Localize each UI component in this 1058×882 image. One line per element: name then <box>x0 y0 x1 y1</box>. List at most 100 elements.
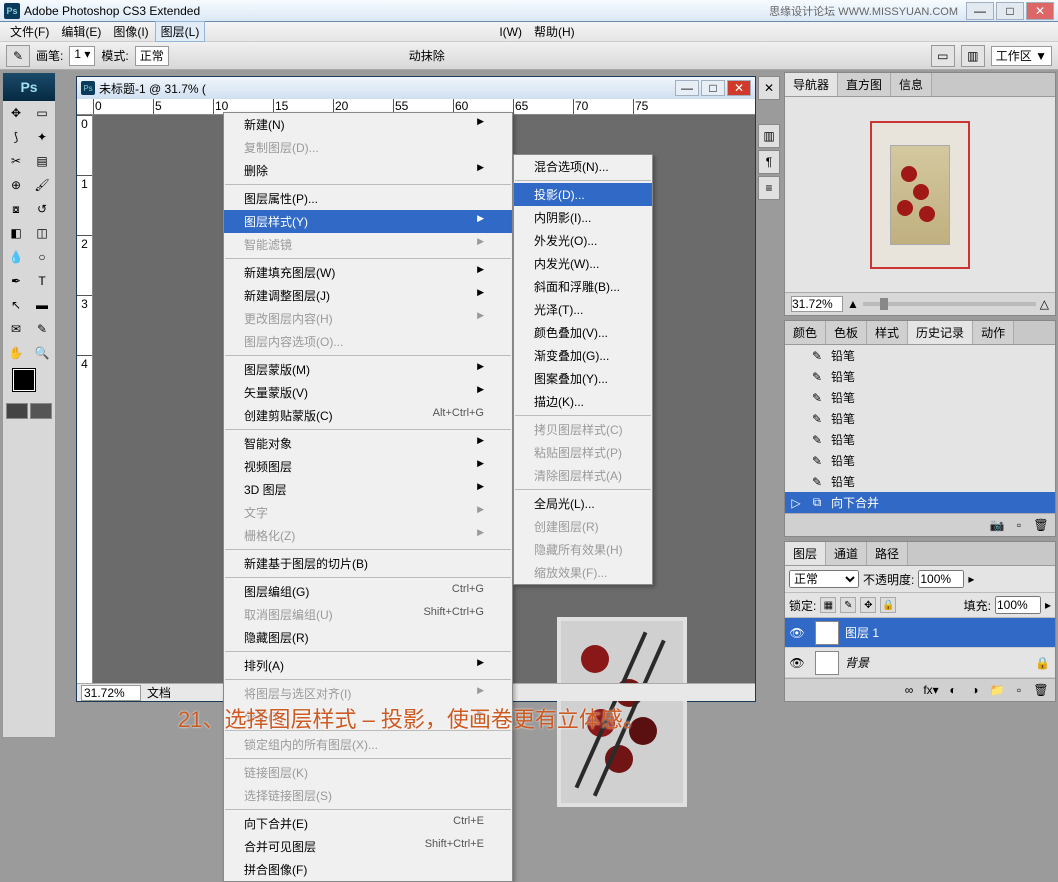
nav-zoom-input[interactable] <box>791 296 843 312</box>
close-button[interactable]: ✕ <box>1026 2 1054 20</box>
style-pattern-overlay[interactable]: 图案叠加(Y)... <box>514 367 652 390</box>
ruler-vertical[interactable]: 01234 <box>77 115 93 683</box>
menu-image[interactable]: 图像(I) <box>107 21 154 42</box>
strip-icon-2[interactable]: ▥ <box>758 124 780 148</box>
opacity-input[interactable] <box>918 570 964 588</box>
current-tool-icon[interactable]: ✎ <box>6 45 30 67</box>
style-outer-glow[interactable]: 外发光(O)... <box>514 229 652 252</box>
menu-copy-layer[interactable]: 复制图层(D)... <box>224 136 512 159</box>
notes-tool[interactable]: ✉ <box>3 317 29 341</box>
blend-mode-dropdown[interactable]: 正常 <box>135 46 169 66</box>
tab-color[interactable]: 颜色 <box>785 321 826 344</box>
history-row[interactable]: ▷⧉向下合并 <box>785 492 1055 513</box>
menu-clip-mask[interactable]: 创建剪贴蒙版(C)Alt+Ctrl+G <box>224 404 512 427</box>
brush-size-dropdown[interactable]: 1 ▾ <box>69 46 95 66</box>
zoom-out-icon[interactable]: ▲ <box>847 297 859 311</box>
menu-edit[interactable]: 编辑(E) <box>55 21 107 42</box>
crop-tool[interactable]: ✂ <box>3 149 29 173</box>
menu-layer[interactable]: 图层(L) <box>155 21 206 42</box>
menu-video-layer[interactable]: 视频图层 <box>224 455 512 478</box>
menu-content-opts[interactable]: 图层内容选项(O)... <box>224 330 512 353</box>
heal-tool[interactable]: ⊕ <box>3 173 29 197</box>
lock-paint-icon[interactable]: ✎ <box>840 597 856 613</box>
doc-titlebar[interactable]: Ps 未标题-1 @ 31.7% ( — □ ✕ <box>77 77 755 99</box>
maximize-button[interactable]: □ <box>996 2 1024 20</box>
style-gradient-overlay[interactable]: 渐变叠加(G)... <box>514 344 652 367</box>
delete-layer-icon[interactable]: 🗑 <box>1031 681 1051 699</box>
style-inner-glow[interactable]: 内发光(W)... <box>514 252 652 275</box>
layer-fx-icon[interactable]: fx▾ <box>921 681 941 699</box>
menu-new-adj[interactable]: 新建调整图层(J) <box>224 284 512 307</box>
menu-link[interactable]: 链接图层(K) <box>224 761 512 784</box>
doc-minimize-button[interactable]: — <box>675 80 699 96</box>
history-trash-button[interactable]: 🗑 <box>1031 516 1051 534</box>
brush-tool[interactable]: 🖌 <box>29 173 55 197</box>
layer-row[interactable]: 👁图层 1 <box>785 618 1055 648</box>
palette-btn-2[interactable]: ▥ <box>961 45 985 67</box>
doc-maximize-button[interactable]: □ <box>701 80 725 96</box>
pen-tool[interactable]: ✒ <box>3 269 29 293</box>
strip-icon-4[interactable]: ≡ <box>758 176 780 200</box>
layer-thumbnail[interactable] <box>815 621 839 645</box>
zoom-field[interactable]: 31.72% <box>81 685 141 701</box>
quickmask-normal[interactable] <box>6 403 28 419</box>
history-row[interactable]: ✎铅笔 <box>785 345 1055 366</box>
style-satin[interactable]: 光泽(T)... <box>514 298 652 321</box>
tab-layers[interactable]: 图层 <box>785 542 826 565</box>
style-scale-effects[interactable]: 缩放效果(F)... <box>514 561 652 584</box>
menu-merge-down[interactable]: 向下合并(E)Ctrl+E <box>224 812 512 835</box>
slice-tool[interactable]: ▤ <box>29 149 55 173</box>
menu-smart-object[interactable]: 智能对象 <box>224 432 512 455</box>
move-tool[interactable]: ✥ <box>3 101 29 125</box>
layer-row[interactable]: 👁背景🔒 <box>785 648 1055 678</box>
style-blend-opts[interactable]: 混合选项(N)... <box>514 155 652 178</box>
layer-mask-icon[interactable]: ◐ <box>943 681 963 699</box>
path-tool[interactable]: ↖ <box>3 293 29 317</box>
menu-3d-layer[interactable]: 3D 图层 <box>224 478 512 501</box>
lock-move-icon[interactable]: ✥ <box>860 597 876 613</box>
blur-tool[interactable]: 💧 <box>3 245 29 269</box>
hand-tool[interactable]: ✋ <box>3 341 29 365</box>
zoom-in-icon[interactable]: △ <box>1040 297 1049 311</box>
menu-arrange[interactable]: 排列(A) <box>224 654 512 677</box>
menu-select-linked[interactable]: 选择链接图层(S) <box>224 784 512 807</box>
history-new-button[interactable]: ▫ <box>1009 516 1029 534</box>
new-layer-icon[interactable]: ▫ <box>1009 681 1029 699</box>
style-inner-shadow[interactable]: 内阴影(I)... <box>514 206 652 229</box>
style-create-layers[interactable]: 创建图层(R) <box>514 515 652 538</box>
palette-btn-1[interactable]: ▭ <box>931 45 955 67</box>
lock-transparent-icon[interactable]: ▦ <box>820 597 836 613</box>
new-folder-icon[interactable]: 📁 <box>987 681 1007 699</box>
history-row[interactable]: ✎铅笔 <box>785 366 1055 387</box>
menu-lock-all[interactable]: 锁定组内的所有图层(X)... <box>224 733 512 756</box>
menu-window-partial[interactable]: I(W) <box>493 23 528 41</box>
strip-icon-3[interactable]: ¶ <box>758 150 780 174</box>
tab-navigator[interactable]: 导航器 <box>785 73 838 96</box>
history-brush-tool[interactable]: ↺ <box>29 197 55 221</box>
style-hide-effects[interactable]: 隐藏所有效果(H) <box>514 538 652 561</box>
menu-layer-style[interactable]: 图层样式(Y) <box>224 210 512 233</box>
menu-new-fill[interactable]: 新建填充图层(W) <box>224 261 512 284</box>
style-copy[interactable]: 拷贝图层样式(C) <box>514 418 652 441</box>
blend-mode-select[interactable]: 正常 <box>789 570 859 588</box>
type-tool[interactable]: T <box>29 269 55 293</box>
tab-paths[interactable]: 路径 <box>867 542 908 565</box>
color-swatches[interactable] <box>13 369 45 401</box>
layer-name[interactable]: 背景 <box>845 654 1035 671</box>
shape-tool[interactable]: ▬ <box>29 293 55 317</box>
zoom-tool[interactable]: 🔍 <box>29 341 55 365</box>
menu-hide-layer[interactable]: 隐藏图层(R) <box>224 626 512 649</box>
menu-rasterize[interactable]: 栅格化(Z) <box>224 524 512 547</box>
menu-flatten[interactable]: 拼合图像(F) <box>224 858 512 881</box>
history-row[interactable]: ✎铅笔 <box>785 408 1055 429</box>
lock-all-icon[interactable]: 🔒 <box>880 597 896 613</box>
history-row[interactable]: ✎铅笔 <box>785 471 1055 492</box>
style-global-light[interactable]: 全局光(L)... <box>514 492 652 515</box>
history-row[interactable]: ✎铅笔 <box>785 429 1055 450</box>
tab-swatches[interactable]: 色板 <box>826 321 867 344</box>
lasso-tool[interactable]: ⟆ <box>3 125 29 149</box>
doc-close-button[interactable]: ✕ <box>727 80 751 96</box>
dodge-tool[interactable]: ○ <box>29 245 55 269</box>
layer-thumbnail[interactable] <box>815 651 839 675</box>
minimize-button[interactable]: — <box>966 2 994 20</box>
